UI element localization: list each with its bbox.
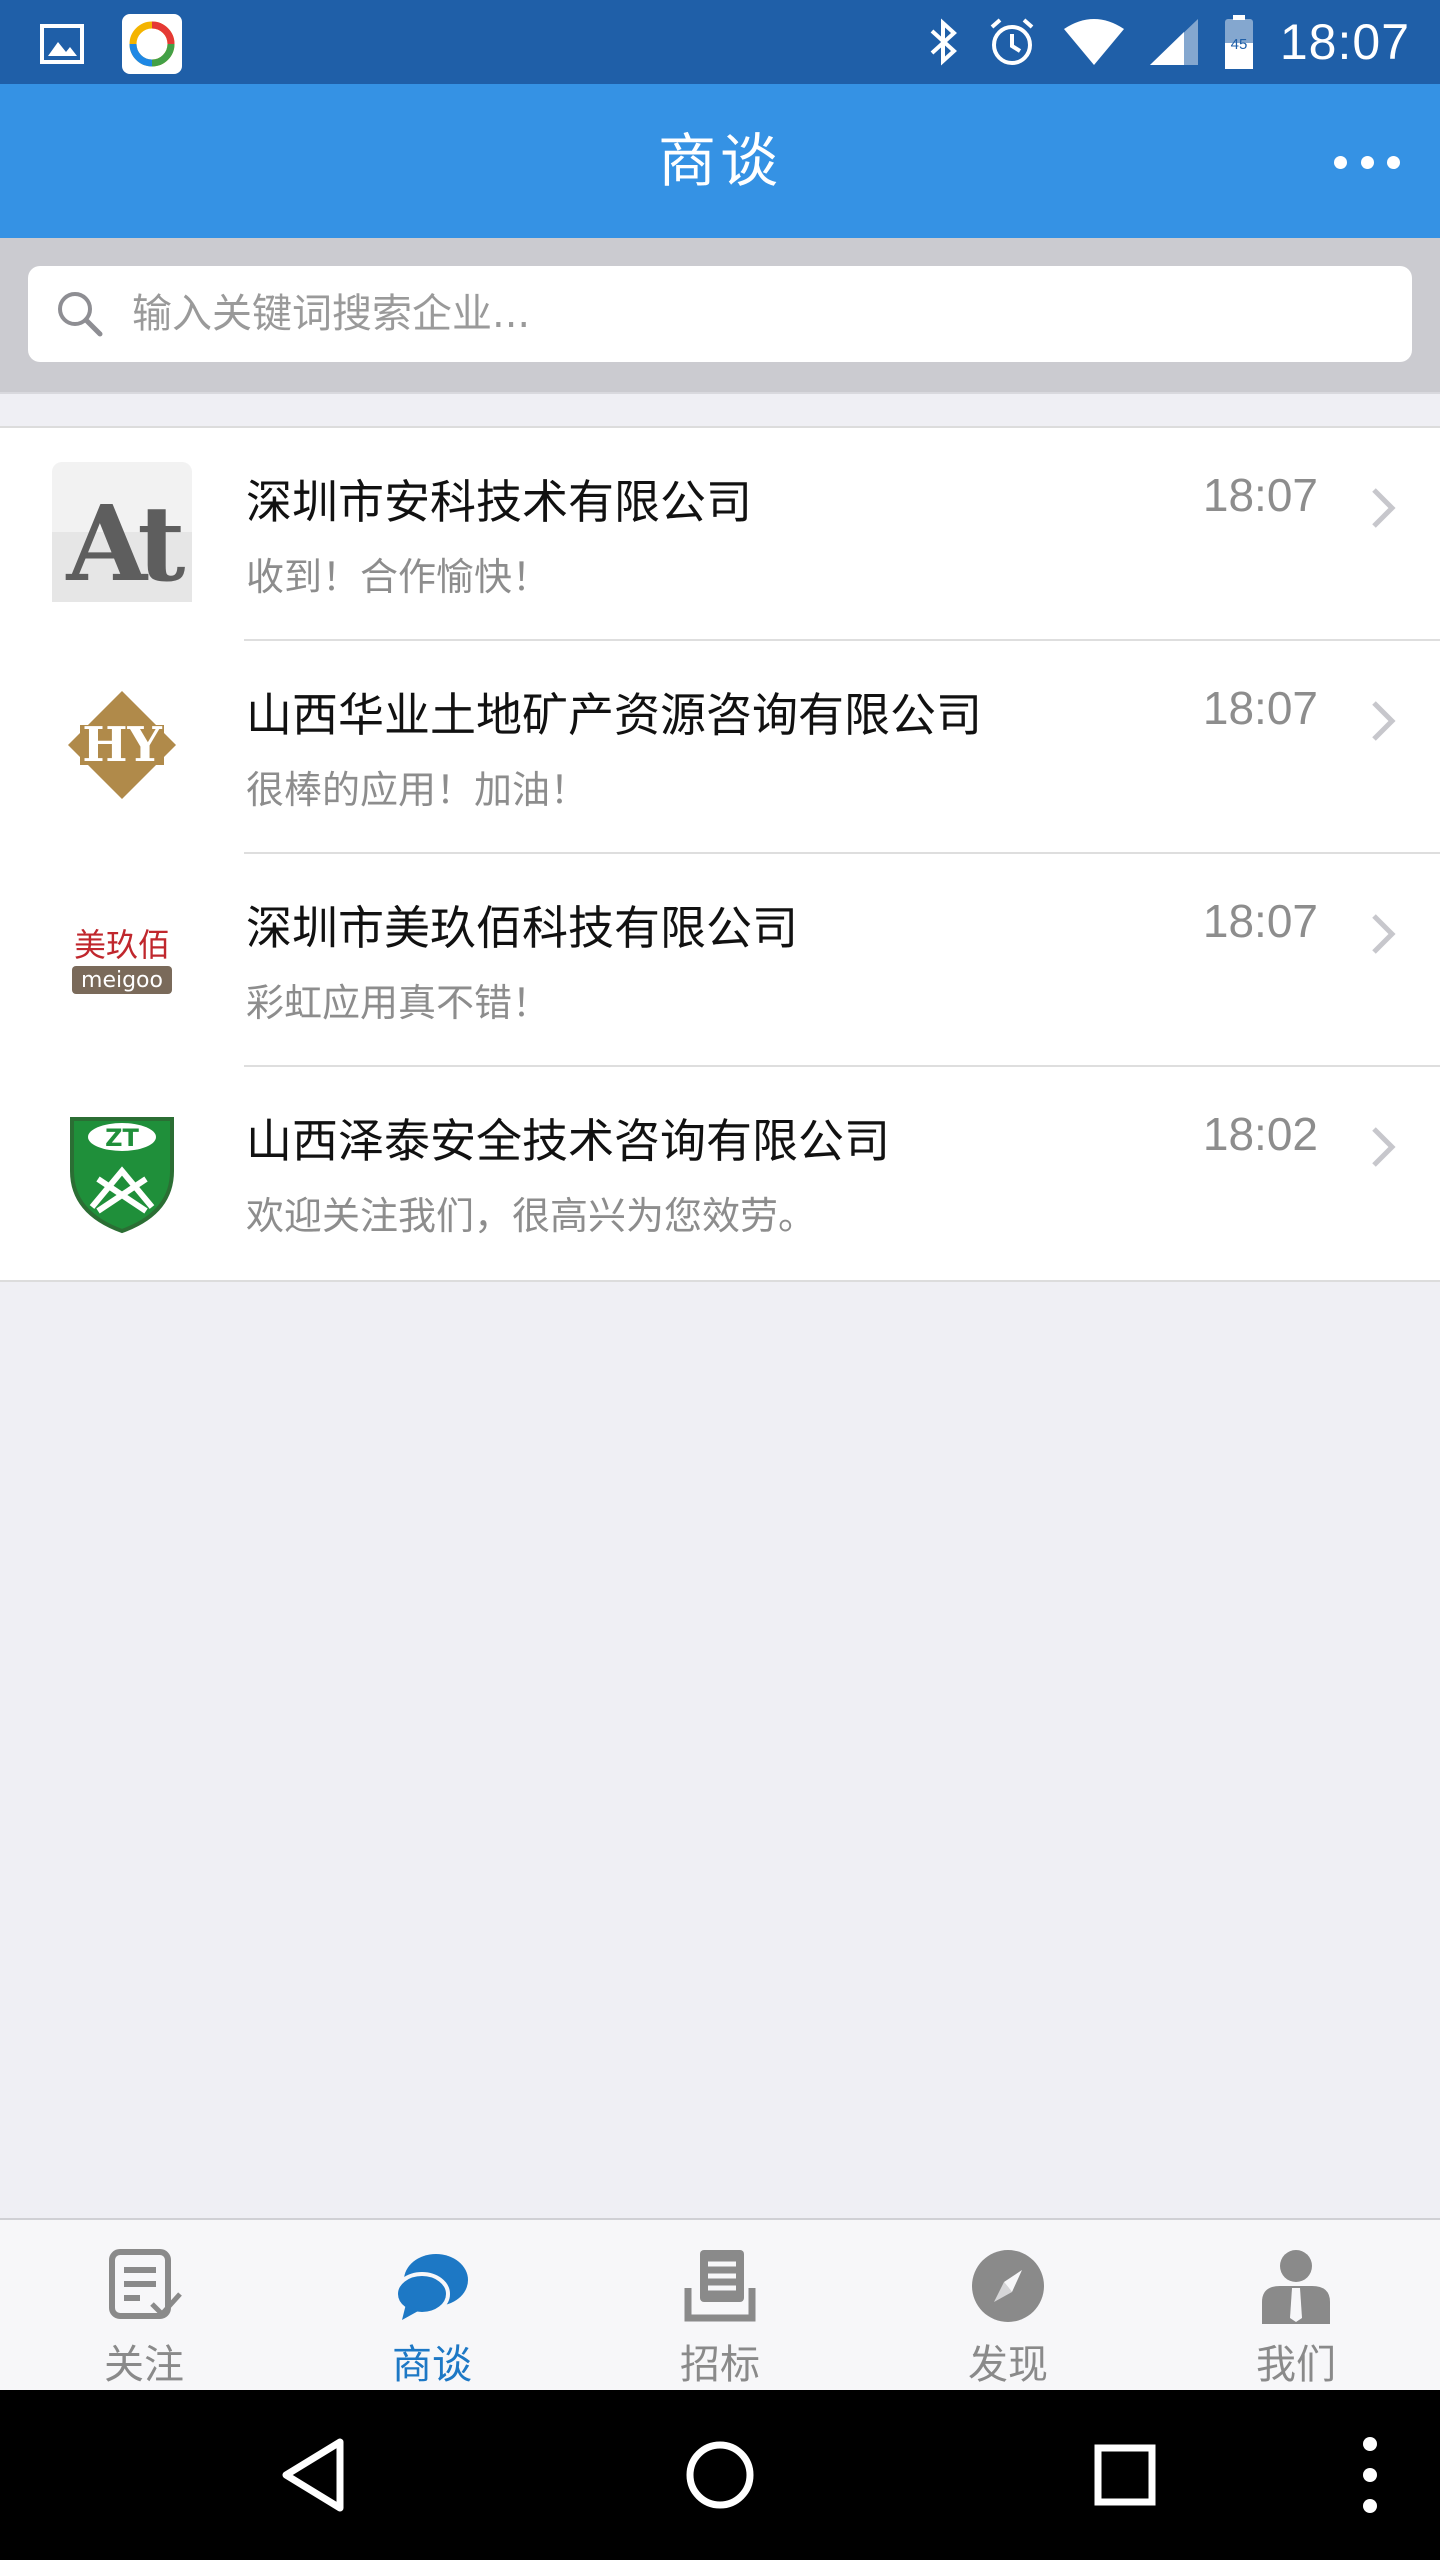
search-bar-container — [0, 238, 1440, 394]
chat-last-message: 很棒的应用！加油！ — [246, 768, 589, 812]
app-notification-icon — [122, 14, 182, 74]
signal-icon — [1149, 19, 1198, 65]
search-box[interactable] — [28, 266, 1412, 362]
logo-text: At — [66, 482, 186, 602]
back-icon[interactable] — [270, 2430, 360, 2520]
tab-discover[interactable]: 发现 — [864, 2220, 1152, 2392]
system-nav-bar — [0, 2390, 1440, 2560]
chat-name: 山西泽泰安全技术咨询有限公司 — [246, 1114, 890, 1168]
chevron-right-icon — [1372, 914, 1396, 954]
chat-time: 18:02 — [1202, 1108, 1318, 1160]
chat-list-item[interactable]: HY 山西华业土地矿产资源咨询有限公司 很棒的应用！加油！ 18:07 — [0, 641, 1440, 854]
chat-last-message: 彩虹应用真不错！ — [246, 981, 551, 1025]
chat-list: At 深圳市安科技术有限公司 收到！合作愉快！ 18:07 HY 山西华业土地矿… — [0, 426, 1440, 1282]
logo-text: 美玖佰 — [74, 926, 170, 964]
battery-icon: 45 — [1224, 15, 1253, 69]
chat-list-item[interactable]: At 深圳市安科技术有限公司 收到！合作愉快！ 18:07 — [0, 428, 1440, 641]
compass-icon — [972, 2250, 1044, 2322]
home-icon[interactable] — [675, 2430, 765, 2520]
tab-follow[interactable]: 关注 — [0, 2220, 288, 2392]
logo-subtext: meigoo — [81, 968, 163, 993]
logo-text: HY — [82, 717, 162, 773]
wifi-icon — [1063, 19, 1124, 65]
chat-bubble-icon — [394, 2254, 468, 2320]
app-header: 商谈 — [0, 84, 1440, 238]
chat-last-message: 欢迎关注我们，很高兴为您效劳。 — [246, 1194, 817, 1238]
chat-name: 山西华业土地矿产资源咨询有限公司 — [246, 688, 982, 742]
tab-bidding[interactable]: 招标 — [576, 2220, 864, 2392]
company-logo-meigoo: 美玖佰 meigoo — [52, 888, 192, 1028]
chevron-right-icon — [1372, 488, 1396, 528]
status-time: 18:07 — [1279, 14, 1410, 70]
recents-icon[interactable] — [1080, 2430, 1170, 2520]
company-logo-huaye: HY — [68, 691, 176, 799]
logo-text: ZT — [105, 1124, 139, 1152]
tab-label: 商谈 — [392, 2342, 472, 2388]
bottom-tab-bar: 关注 商谈 招标 发现 我们 — [0, 2218, 1440, 2392]
status-bar: 45 18:07 — [0, 0, 1440, 84]
company-logo-zetai: ZT — [52, 1109, 192, 1234]
page-title: 商谈 — [657, 127, 782, 195]
chat-name: 深圳市美玖佰科技有限公司 — [246, 901, 798, 955]
person-icon — [1262, 2250, 1330, 2324]
tab-negotiation[interactable]: 商谈 — [288, 2220, 576, 2392]
tab-label: 招标 — [680, 2342, 760, 2388]
more-dot-icon — [1360, 155, 1374, 169]
more-button[interactable] — [1334, 142, 1400, 182]
search-icon — [58, 292, 103, 337]
bluetooth-icon — [930, 18, 957, 66]
chat-time: 18:07 — [1202, 895, 1318, 947]
list-check-icon — [109, 2249, 182, 2319]
document-stack-icon — [684, 2250, 756, 2322]
chat-list-item[interactable]: 美玖佰 meigoo 深圳市美玖佰科技有限公司 彩虹应用真不错！ 18:07 — [0, 854, 1440, 1067]
search-input[interactable] — [130, 290, 1334, 338]
battery-level: 45 — [1231, 36, 1248, 53]
gallery-notification-icon — [40, 24, 84, 64]
chat-time: 18:07 — [1202, 682, 1318, 734]
more-dot-icon — [1387, 155, 1400, 169]
chevron-right-icon — [1372, 1127, 1396, 1167]
more-dot-icon — [1334, 155, 1347, 169]
company-logo-anke: At — [52, 462, 192, 602]
chat-list-item[interactable]: ZT 山西泽泰安全技术咨询有限公司 欢迎关注我们，很高兴为您效劳。 18:02 — [0, 1067, 1440, 1280]
alarm-icon — [990, 18, 1034, 65]
tab-label: 关注 — [104, 2342, 184, 2388]
chat-name: 深圳市安科技术有限公司 — [246, 475, 752, 529]
tab-label: 我们 — [1256, 2342, 1336, 2388]
chevron-right-icon — [1372, 701, 1396, 741]
chat-last-message: 收到！合作愉快！ — [246, 555, 551, 599]
tab-about-us[interactable]: 我们 — [1152, 2220, 1440, 2392]
tab-label: 发现 — [968, 2342, 1048, 2388]
chat-time: 18:07 — [1202, 469, 1318, 521]
menu-overflow-icon[interactable] — [1325, 2430, 1415, 2520]
